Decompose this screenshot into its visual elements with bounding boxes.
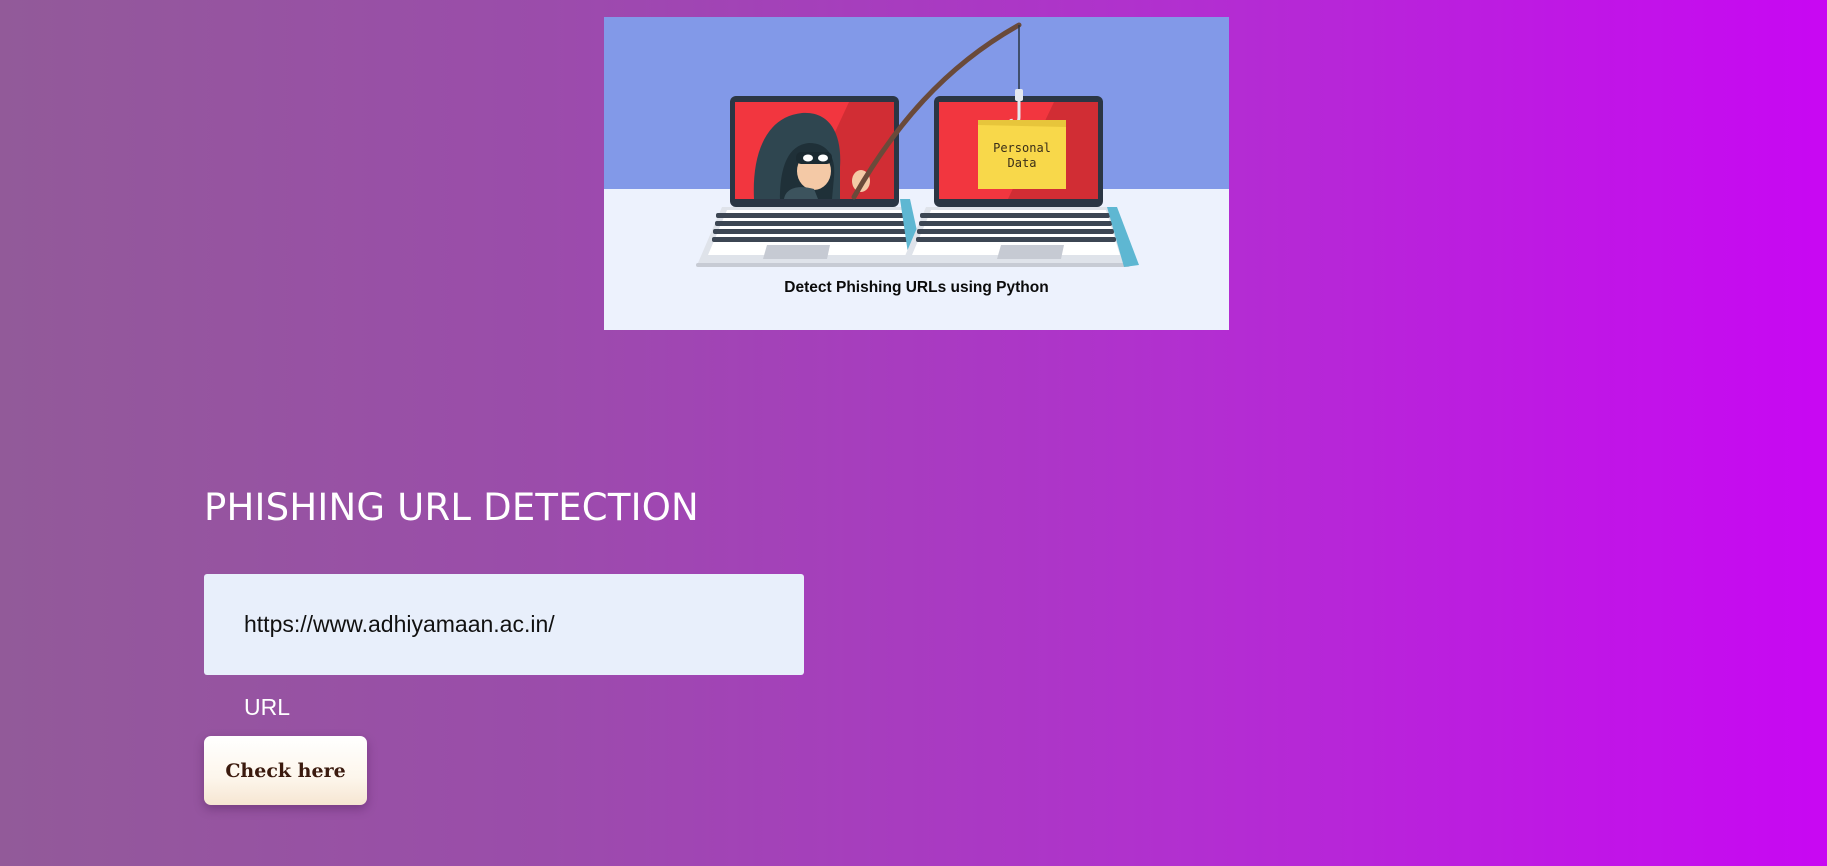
check-here-button[interactable]: Check here <box>204 736 367 805</box>
phishing-banner-image: Personal Data Detect Phishing URLs using… <box>604 17 1229 330</box>
hacker-laptop-icon <box>696 96 926 267</box>
url-field-label: URL <box>244 694 291 720</box>
note-line-2: Data <box>1007 156 1037 170</box>
sticky-note-label: Personal Data <box>978 141 1066 171</box>
banner-caption: Detect Phishing URLs using Python <box>784 279 1049 296</box>
page-background: Personal Data Detect Phishing URLs using… <box>0 0 1827 866</box>
note-line-1: Personal <box>993 141 1051 155</box>
url-input[interactable] <box>204 574 804 675</box>
page-title: PHISHING URL DETECTION <box>204 486 699 529</box>
